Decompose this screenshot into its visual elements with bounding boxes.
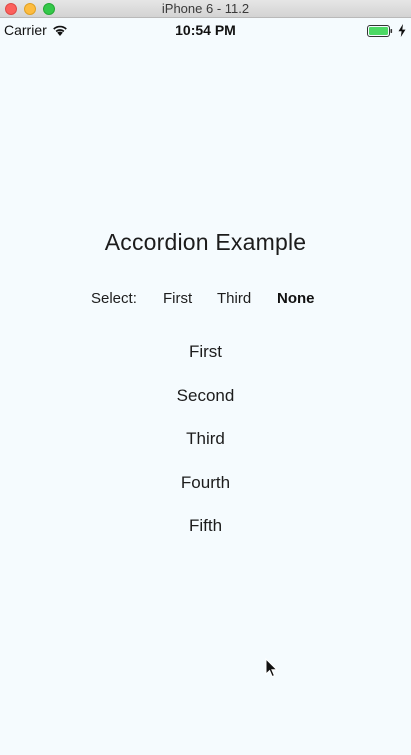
- simulator-title-bar: iPhone 6 - 11.2: [0, 0, 411, 18]
- select-option-first[interactable]: First: [163, 289, 192, 309]
- charging-bolt-icon: [398, 24, 406, 37]
- accordion-item-fifth[interactable]: Fifth: [0, 514, 411, 558]
- mouse-pointer-icon: [265, 658, 278, 678]
- battery-icon: [367, 25, 393, 37]
- select-option-third[interactable]: Third: [217, 289, 251, 309]
- accordion-item-first[interactable]: First: [0, 340, 411, 384]
- window-title: iPhone 6 - 11.2: [161, 1, 250, 16]
- select-label: Select:: [91, 290, 137, 307]
- accordion-item-fourth[interactable]: Fourth: [0, 471, 411, 515]
- select-option-none[interactable]: None: [277, 289, 315, 309]
- selector-row: Select: First Third None: [0, 289, 411, 309]
- status-bar: Carrier 10:54 PM: [0, 18, 411, 42]
- accordion-item-third[interactable]: Third: [0, 427, 411, 471]
- accordion-list: First Second Third Fourth Fifth: [0, 340, 411, 558]
- page-title: Accordion Example: [104, 229, 307, 255]
- accordion-item-second[interactable]: Second: [0, 384, 411, 428]
- status-time: 10:54 PM: [175, 22, 236, 38]
